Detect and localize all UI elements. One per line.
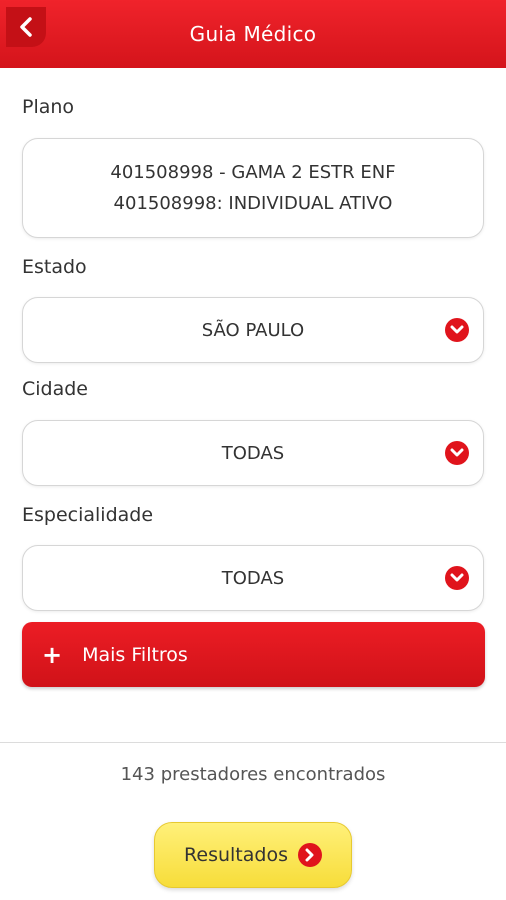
- plus-icon: +: [42, 640, 63, 669]
- back-button[interactable]: [6, 7, 46, 47]
- plano-label: Plano: [22, 96, 75, 118]
- especialidade-select[interactable]: TODAS: [22, 545, 484, 611]
- cidade-label: Cidade: [22, 378, 88, 400]
- mais-filtros-button[interactable]: + Mais Filtros: [22, 622, 485, 687]
- plano-box: 401508998 - GAMA 2 ESTR ENF 401508998: I…: [22, 138, 484, 238]
- cidade-value: TODAS: [221, 442, 285, 464]
- chevron-down-icon: [445, 441, 469, 465]
- plano-line-2: 401508998: INDIVIDUAL ATIVO: [113, 193, 393, 214]
- app-header: Guia Médico: [0, 0, 506, 68]
- estado-select[interactable]: SÃO PAULO: [22, 297, 484, 363]
- chevron-down-icon: [445, 318, 469, 342]
- plano-line-1: 401508998 - GAMA 2 ESTR ENF: [110, 162, 396, 183]
- results-count: 143 prestadores encontrados: [120, 764, 386, 785]
- divider: [0, 742, 506, 743]
- chevron-left-icon: [20, 17, 32, 37]
- chevron-right-icon: [297, 843, 322, 867]
- mais-filtros-label: Mais Filtros: [82, 643, 188, 666]
- estado-value: SÃO PAULO: [201, 319, 305, 341]
- especialidade-label: Especialidade: [22, 504, 154, 526]
- cidade-select[interactable]: TODAS: [22, 420, 484, 486]
- especialidade-value: TODAS: [221, 567, 285, 589]
- chevron-down-icon: [445, 566, 469, 590]
- resultados-button[interactable]: Resultados: [154, 822, 352, 888]
- estado-label: Estado: [22, 256, 87, 278]
- page-title: Guia Médico: [189, 22, 317, 46]
- resultados-label: Resultados: [184, 844, 288, 866]
